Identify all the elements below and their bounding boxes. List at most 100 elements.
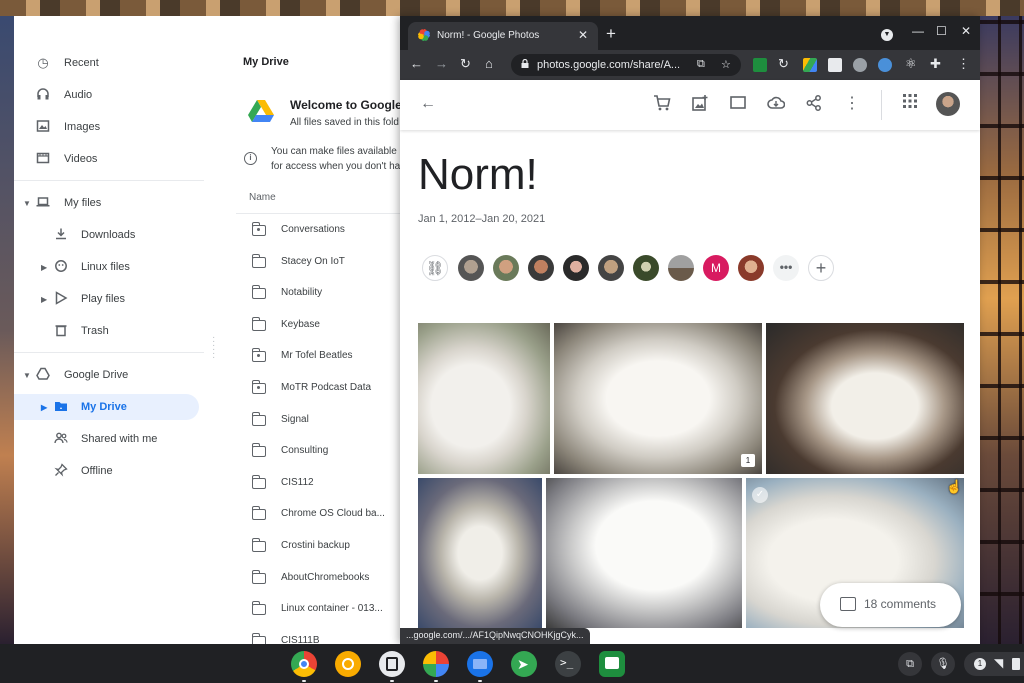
chrome-app-icon[interactable] [291, 651, 317, 677]
extension-c-icon[interactable] [853, 58, 867, 72]
sidebar-item-play-files[interactable]: ▶ Play files [14, 286, 199, 312]
member-avatar-initial[interactable]: M [703, 255, 729, 281]
more-members-icon[interactable]: ••• [773, 255, 799, 281]
comments-button[interactable]: 18 comments [820, 583, 961, 627]
member-avatar[interactable] [668, 255, 694, 281]
sidebar-item-videos[interactable]: Videos [14, 146, 199, 172]
file-row[interactable]: Stacey On IoT [236, 247, 404, 278]
file-row[interactable]: Chrome OS Cloud ba... [236, 499, 404, 530]
sidebar-item-offline[interactable]: Offline [14, 458, 199, 484]
google-chat-app-icon[interactable] [599, 651, 625, 677]
add-member-icon[interactable]: + [808, 255, 834, 281]
expand-arrow-icon[interactable]: ▶ [41, 403, 47, 412]
photo-thumbnail[interactable] [418, 323, 550, 474]
window-close-icon[interactable]: ✕ [961, 24, 971, 38]
sidebar-item-recent[interactable]: ◷ Recent [14, 50, 199, 76]
sidebar-item-images[interactable]: Images [14, 114, 199, 140]
address-bar[interactable]: photos.google.com/share/A... ⧉ ☆ [511, 54, 741, 76]
extension-atom-icon[interactable]: ⚛ [905, 56, 917, 72]
member-avatar[interactable] [528, 255, 554, 281]
member-avatar[interactable] [633, 255, 659, 281]
member-avatar[interactable] [738, 255, 764, 281]
member-avatar[interactable] [598, 255, 624, 281]
laptop-icon [35, 195, 51, 211]
extensions-puzzle-icon[interactable]: ✚ [930, 56, 941, 72]
screen-capture-app-icon[interactable] [379, 651, 405, 677]
browser-menu-icon[interactable]: ⋮ [957, 56, 970, 72]
member-avatar[interactable] [458, 255, 484, 281]
photo-thumbnail[interactable] [766, 323, 964, 474]
file-row[interactable]: Keybase [236, 310, 404, 341]
download-cloud-icon[interactable] [766, 94, 786, 114]
bookmark-star-icon[interactable]: ☆ [721, 58, 731, 71]
file-row[interactable]: CIS111B [236, 626, 404, 644]
expand-arrow-icon[interactable]: ▶ [41, 263, 47, 272]
google-photos-app-icon[interactable] [423, 651, 449, 677]
link-icon[interactable]: ⛓ [422, 255, 448, 281]
photo-thumbnail[interactable] [546, 478, 742, 628]
terminal-app-icon[interactable]: >_ [555, 651, 581, 677]
app-icon-yellow[interactable] [335, 651, 361, 677]
file-row[interactable]: Notability [236, 278, 404, 309]
sidebar-item-shared-with-me[interactable]: Shared with me [14, 426, 199, 452]
sidebar-item-my-drive[interactable]: ▶ My Drive [14, 394, 199, 420]
expand-arrow-icon[interactable]: ▶ [41, 295, 47, 304]
sidebar-item-my-files[interactable]: ▼ My files [14, 190, 199, 216]
back-icon[interactable]: ← [410, 56, 423, 72]
file-row[interactable]: CIS112 [236, 468, 404, 499]
sidebar-item-linux-files[interactable]: ▶ Linux files [14, 254, 199, 280]
tab-google-photos[interactable]: Norm! - Google Photos ✕ [408, 22, 598, 50]
file-row[interactable]: Consulting [236, 436, 404, 467]
collapse-arrow-icon[interactable]: ▼ [23, 371, 31, 380]
column-header-name[interactable]: Name [236, 182, 404, 214]
order-photos-cart-icon[interactable] [652, 94, 672, 114]
photo-thumbnail[interactable] [418, 478, 542, 628]
more-options-icon[interactable]: ⋮ [842, 94, 862, 114]
resize-handle[interactable]: · · · · · · [212, 333, 218, 363]
file-row[interactable]: MoTR Podcast Data [236, 373, 404, 404]
home-icon[interactable]: ⌂ [485, 56, 493, 72]
tab-close-icon[interactable]: ✕ [578, 28, 588, 42]
info-text-line2: for access when you don't ha [271, 161, 401, 172]
sidebar-item-trash[interactable]: Trash [14, 318, 199, 344]
screenshot-tray-icon[interactable]: ⧉ [898, 652, 922, 676]
reload-icon[interactable]: ↻ [460, 56, 471, 72]
comment-icon[interactable] [728, 94, 748, 114]
files-app-icon[interactable] [467, 651, 493, 677]
google-drive-icon [35, 367, 51, 383]
sidebar-item-google-drive[interactable]: ▼ Google Drive [14, 362, 199, 388]
file-row[interactable]: Signal [236, 405, 404, 436]
extension-cloud-icon[interactable] [878, 58, 892, 72]
share-icon[interactable] [804, 94, 824, 114]
select-check-icon[interactable]: ✓ [752, 487, 768, 503]
add-photos-icon[interactable] [690, 94, 710, 114]
file-row[interactable]: Crostini backup [236, 531, 404, 562]
minimize-icon[interactable]: — [912, 24, 924, 38]
microphone-icon[interactable]: 🎙 [931, 652, 955, 676]
collapse-arrow-icon[interactable]: ▼ [23, 199, 31, 208]
sidebar-item-downloads[interactable]: Downloads [14, 222, 199, 248]
back-arrow-icon[interactable]: ← [418, 94, 438, 114]
file-row[interactable]: Mr Tofel Beatles [236, 341, 404, 372]
extension-green-icon[interactable] [753, 58, 767, 72]
file-name: CIS111B [281, 635, 320, 644]
member-avatar[interactable] [563, 255, 589, 281]
sidebar-item-audio[interactable]: Audio [14, 82, 199, 108]
new-tab-button[interactable]: + [606, 24, 616, 44]
photo-thumbnail[interactable] [554, 323, 762, 474]
forward-icon[interactable]: → [435, 56, 448, 72]
apps-grid-icon[interactable] [900, 94, 920, 114]
member-avatar[interactable] [493, 255, 519, 281]
open-in-app-icon[interactable]: ⧉ [697, 58, 705, 71]
status-area[interactable]: 1 ◥ [964, 652, 1024, 676]
file-row[interactable]: Linux container - 013... [236, 594, 404, 625]
extension-refresh-icon[interactable]: ↻ [778, 56, 789, 72]
extension-shield-icon[interactable] [828, 58, 842, 72]
account-avatar[interactable] [936, 92, 960, 116]
file-row[interactable]: AboutChromebooks [236, 563, 404, 594]
maximize-icon[interactable]: ☐ [936, 24, 947, 38]
file-row[interactable]: Conversations [236, 215, 404, 246]
tab-search-icon[interactable]: ▼ [881, 29, 893, 41]
telegram-app-icon[interactable]: ➤ [511, 651, 537, 677]
extension-drive-icon[interactable] [803, 58, 817, 72]
